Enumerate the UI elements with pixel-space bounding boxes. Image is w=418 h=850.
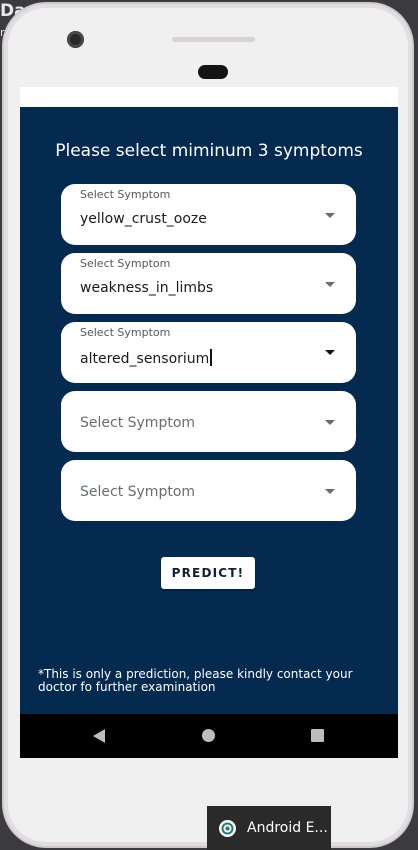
dropdown-arrow-icon[interactable] xyxy=(325,282,335,287)
field-value-wrapper[interactable]: altered_sensorium xyxy=(80,349,213,367)
text-cursor xyxy=(210,349,213,366)
disclaimer-text: *This is only a prediction, please kindl… xyxy=(38,667,353,694)
app-content: Please select miminum 3 symptoms Select … xyxy=(20,107,398,714)
symptom-dropdown-5[interactable]: Select Symptom xyxy=(61,460,356,521)
field-label: Select Symptom xyxy=(80,188,171,201)
symptom-dropdown-2[interactable]: Select Symptom weakness_in_limbs xyxy=(61,253,356,314)
field-placeholder: Select Symptom xyxy=(80,415,196,431)
predict-button[interactable]: PREDICT! xyxy=(161,557,255,589)
home-icon[interactable] xyxy=(202,729,215,742)
taskbar-item-android-emulator[interactable]: Android E... xyxy=(207,806,331,850)
dropdown-arrow-icon[interactable] xyxy=(325,420,335,425)
field-value: yellow_crust_ooze xyxy=(80,211,207,227)
field-label: Select Symptom xyxy=(80,257,171,270)
field-label: Select Symptom xyxy=(80,326,171,339)
field-placeholder: Select Symptom xyxy=(80,484,196,500)
symptom-dropdown-3[interactable]: Select Symptom altered_sensorium xyxy=(61,322,356,383)
taskbar-item-label: Android E... xyxy=(247,820,328,836)
front-camera xyxy=(67,31,84,48)
phone-screen: Please select miminum 3 symptoms Select … xyxy=(20,87,398,758)
status-bar xyxy=(20,87,398,107)
symptom-dropdown-1[interactable]: Select Symptom yellow_crust_ooze xyxy=(61,184,356,245)
dropdown-arrow-icon[interactable] xyxy=(325,213,335,218)
earpiece-grill xyxy=(198,65,228,79)
field-value: weakness_in_limbs xyxy=(80,280,214,296)
recents-icon[interactable] xyxy=(311,729,324,742)
android-nav-bar xyxy=(20,714,398,758)
back-icon[interactable] xyxy=(93,729,105,743)
page-title: Please select miminum 3 symptoms xyxy=(55,141,363,161)
symptom-dropdown-4[interactable]: Select Symptom xyxy=(61,391,356,452)
field-value: altered_sensorium xyxy=(80,351,210,367)
dropdown-arrow-icon[interactable] xyxy=(325,489,335,494)
top-speaker xyxy=(172,37,255,42)
android-emulator-icon xyxy=(219,819,236,837)
dropdown-arrow-icon[interactable] xyxy=(325,350,335,355)
